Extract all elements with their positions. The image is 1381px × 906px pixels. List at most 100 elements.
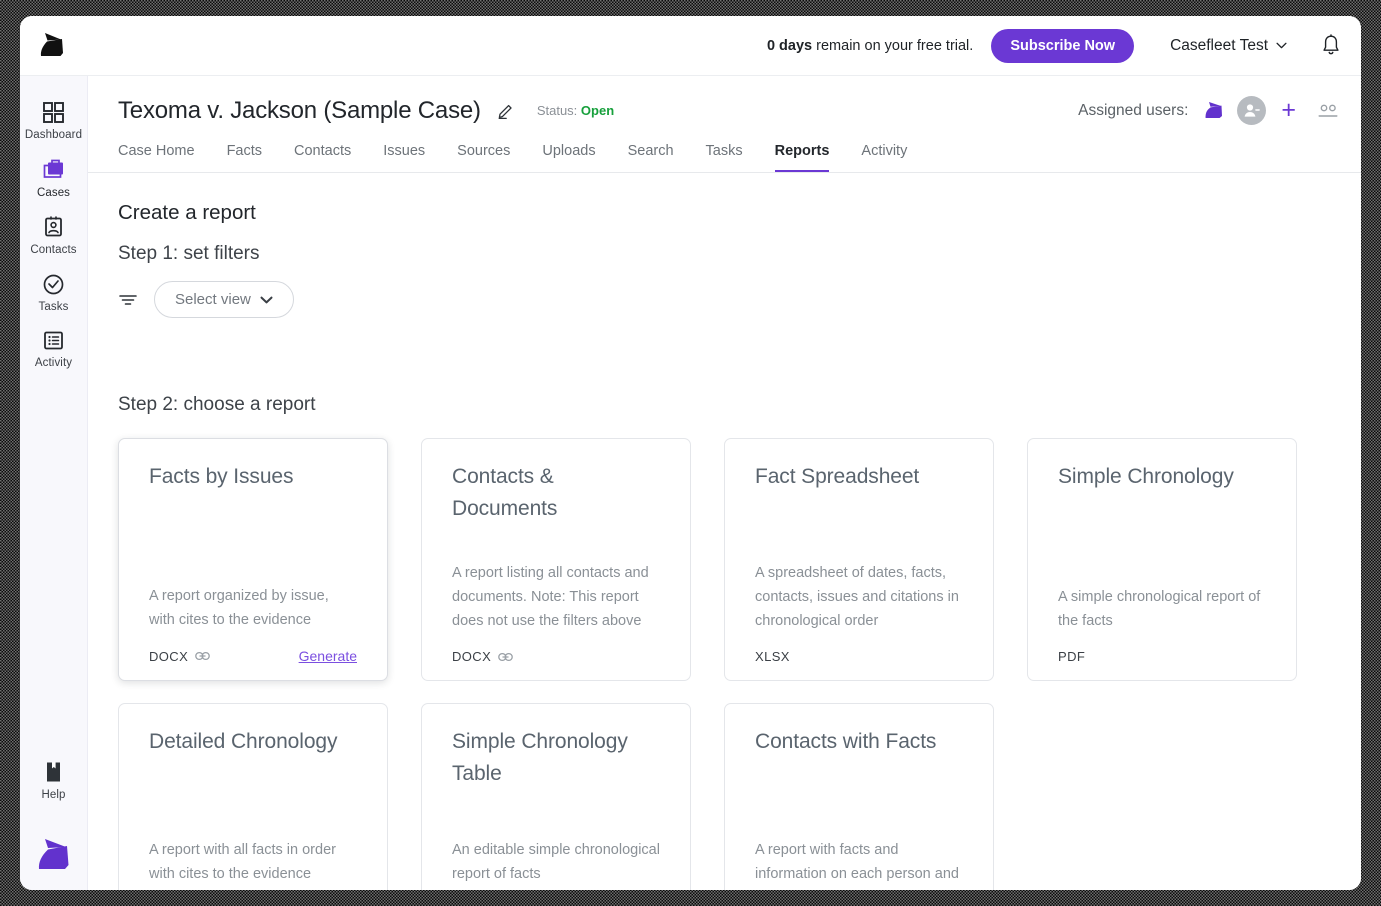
report-card-footer: DOCX Generate [149, 648, 357, 664]
report-card-format: DOCX [452, 649, 491, 664]
contact-card-icon [42, 215, 65, 239]
sidebar-item-label: Dashboard [25, 130, 82, 142]
sidebar-item-help[interactable]: Help [20, 751, 88, 809]
case-tabs: Case Home Facts Contacts Issues Sources … [88, 139, 1361, 173]
subscribe-now-button[interactable]: Subscribe Now [991, 29, 1134, 63]
link-icon[interactable] [195, 651, 210, 661]
status-label: Status: [537, 103, 577, 118]
report-card-description: A report organized by issue, with cites … [149, 584, 357, 632]
report-card-title: Contacts & Documents [452, 461, 660, 524]
report-card-title: Simple Chronology Table [452, 726, 660, 789]
report-card-contacts-and-documents[interactable]: Contacts & Documents A report listing al… [421, 438, 691, 681]
status-badge: Status: Open [537, 103, 614, 118]
report-cards-row-2: Detailed Chronology A report with all fa… [118, 703, 1331, 890]
filter-row: Select view [118, 281, 1331, 318]
briefcase-icon [41, 158, 67, 182]
report-card-detailed-chronology[interactable]: Detailed Chronology A report with all fa… [118, 703, 388, 890]
report-card-title: Detailed Chronology [149, 726, 357, 758]
notifications-bell-icon[interactable] [1321, 34, 1341, 57]
report-card-description: A simple chronological report of the fac… [1058, 585, 1266, 633]
step2-title: Step 2: choose a report [118, 394, 1331, 416]
casefleet-logo-icon[interactable] [1202, 100, 1226, 121]
report-card-simple-chronology-table[interactable]: Simple Chronology Table An editable simp… [421, 703, 691, 890]
select-view-dropdown[interactable]: Select view [154, 281, 294, 318]
report-card-footer: DOCX [452, 649, 660, 664]
sidebar-item-tasks[interactable]: Tasks [20, 264, 88, 321]
tab-facts[interactable]: Facts [227, 139, 262, 172]
select-view-label: Select view [175, 291, 251, 308]
account-name: Casefleet Test [1170, 37, 1268, 55]
main-panel: Texoma v. Jackson (Sample Case) Status: … [88, 76, 1361, 890]
sidebar-item-label: Cases [37, 188, 70, 200]
sidebar-bottom: Help [20, 751, 88, 891]
casefleet-logo-icon[interactable] [32, 836, 76, 876]
report-card-format: PDF [1058, 649, 1085, 664]
reports-content: Create a report Step 1: set filters Sele… [88, 173, 1361, 890]
book-icon [43, 760, 64, 784]
sidebar-item-cases[interactable]: Cases [20, 149, 88, 207]
report-card-format: DOCX [149, 649, 188, 664]
trial-notice: 0 days remain on your free trial. [767, 38, 973, 54]
app-body: Dashboard Cases [20, 76, 1361, 890]
trial-days: 0 days [767, 38, 812, 54]
report-card-title: Facts by Issues [149, 461, 357, 493]
avatar[interactable] [1237, 96, 1266, 125]
report-cards-row-1: Facts by Issues A report organized by is… [118, 438, 1331, 681]
case-header: Texoma v. Jackson (Sample Case) Status: … [88, 76, 1361, 125]
assigned-users: Assigned users: [1078, 96, 1339, 125]
tab-case-home[interactable]: Case Home [118, 139, 195, 172]
report-card-facts-by-issues[interactable]: Facts by Issues A report organized by is… [118, 438, 388, 681]
sidebar-item-contacts[interactable]: Contacts [20, 206, 88, 264]
report-card-description: An editable simple chronological report … [452, 838, 660, 886]
report-card-description: A report with all facts in order with ci… [149, 838, 357, 886]
list-icon [42, 329, 65, 352]
report-card-title: Contacts with Facts [755, 726, 963, 758]
link-icon[interactable] [498, 652, 513, 662]
sidebar-item-label: Tasks [39, 302, 69, 314]
report-card-title: Fact Spreadsheet [755, 461, 963, 493]
case-title-row: Texoma v. Jackson (Sample Case) Status: … [118, 96, 1339, 125]
sidebar-item-activity[interactable]: Activity [20, 320, 88, 377]
trial-message: remain on your free trial. [812, 38, 973, 54]
tab-reports[interactable]: Reports [775, 139, 830, 172]
report-card-footer: XLSX [755, 649, 963, 664]
tab-search[interactable]: Search [628, 139, 674, 172]
report-card-description: A report with facts and information on e… [755, 838, 963, 886]
page-title: Texoma v. Jackson (Sample Case) [118, 97, 481, 125]
report-card-contacts-with-facts[interactable]: Contacts with Facts A report with facts … [724, 703, 994, 890]
report-card-simple-chronology[interactable]: Simple Chronology A simple chronological… [1027, 438, 1297, 681]
check-circle-icon [42, 273, 65, 296]
sidebar-item-label: Help [41, 790, 65, 802]
report-card-fact-spreadsheet[interactable]: Fact Spreadsheet A spreadsheet of dates,… [724, 438, 994, 681]
account-menu[interactable]: Casefleet Test [1170, 37, 1287, 55]
screenshot-frame: 0 days remain on your free trial. Subscr… [0, 0, 1381, 906]
report-card-description: A spreadsheet of dates, facts, contacts,… [755, 561, 963, 633]
chevron-down-icon [260, 296, 273, 304]
tab-uploads[interactable]: Uploads [542, 139, 595, 172]
left-sidebar: Dashboard Cases [20, 76, 88, 890]
step1-title: Step 1: set filters [118, 243, 1331, 265]
sidebar-item-label: Activity [35, 358, 72, 370]
grid-icon [42, 101, 65, 124]
chevron-down-icon [1276, 42, 1287, 49]
people-icon[interactable] [1317, 103, 1339, 119]
tab-issues[interactable]: Issues [383, 139, 425, 172]
report-card-footer: PDF [1058, 649, 1266, 664]
status-value: Open [581, 103, 614, 118]
report-card-format: XLSX [755, 649, 790, 664]
casefleet-logo-icon[interactable] [34, 31, 70, 61]
filter-icon[interactable] [118, 292, 138, 308]
sidebar-item-dashboard[interactable]: Dashboard [20, 92, 88, 149]
assigned-users-label: Assigned users: [1078, 102, 1188, 120]
sidebar-item-label: Contacts [30, 245, 76, 257]
generate-link[interactable]: Generate [299, 648, 357, 664]
create-report-title: Create a report [118, 201, 1331, 225]
person-minus-icon [1242, 101, 1261, 120]
tab-contacts[interactable]: Contacts [294, 139, 351, 172]
tab-activity[interactable]: Activity [861, 139, 907, 172]
tab-sources[interactable]: Sources [457, 139, 510, 172]
app-window: 0 days remain on your free trial. Subscr… [20, 16, 1361, 890]
pencil-icon[interactable] [497, 102, 515, 120]
tab-tasks[interactable]: Tasks [706, 139, 743, 172]
add-user-button[interactable]: + [1277, 98, 1300, 123]
